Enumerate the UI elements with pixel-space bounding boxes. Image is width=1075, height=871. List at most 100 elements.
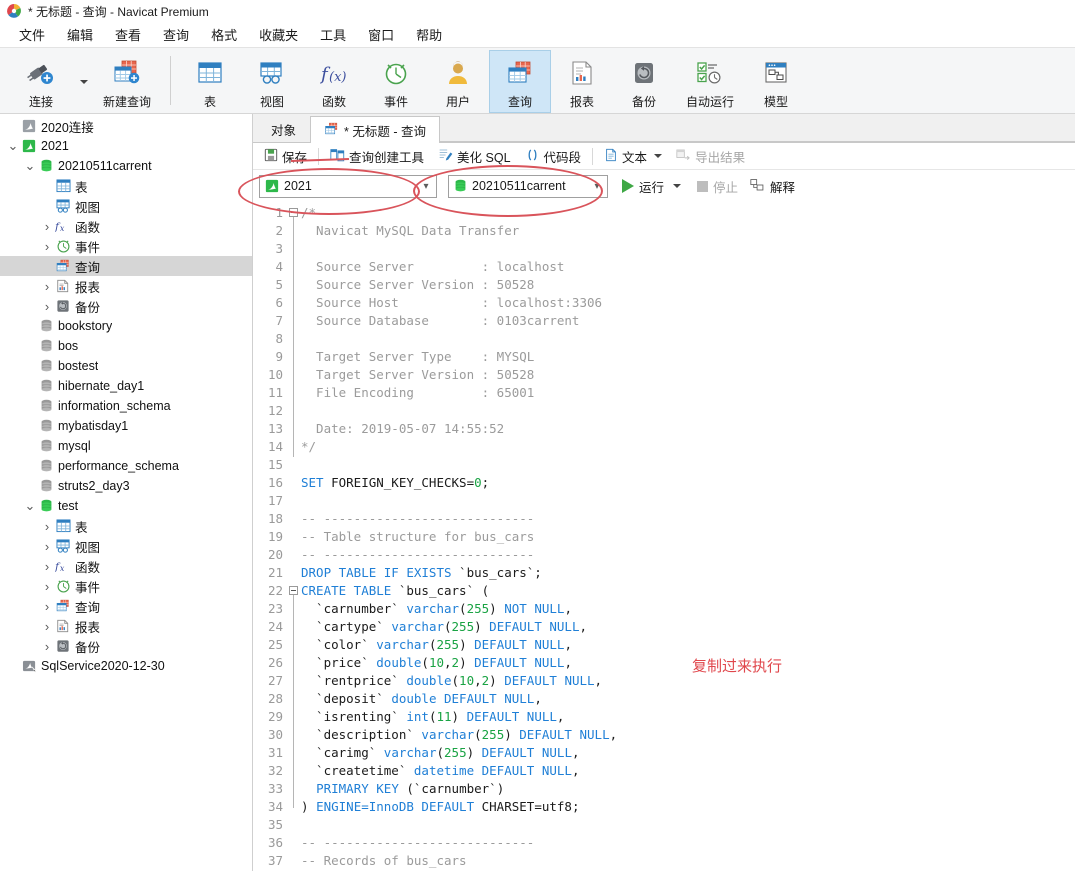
code-line[interactable]: Target Server Version : 50528 [301,366,1075,384]
menu-item-query[interactable]: 查询 [152,22,200,47]
tree-node-函数[interactable]: › f x 函数 [0,556,252,576]
beautify-sql-button[interactable]: 美化 SQL [431,145,518,168]
tree-node-视图[interactable]: › 视图 [0,536,252,556]
tree-node-表[interactable]: › 表 [0,516,252,536]
tree-node-2020连接[interactable]: 2020连接 [0,116,252,136]
menu-item-view[interactable]: 查看 [104,22,152,47]
tree-node-报表[interactable]: › 报表 [0,276,252,296]
chevron-down-icon[interactable] [654,154,663,158]
tree-node-查询[interactable]: › 查询 [0,596,252,616]
tree-node-查询[interactable]: 查询 [0,256,252,276]
code-line[interactable]: ) ENGINE=InnoDB DEFAULT CHARSET=utf8; [301,798,1075,816]
tab-objects[interactable]: 对象 [257,115,311,142]
code-line[interactable]: -- ---------------------------- [301,834,1075,852]
menu-item-window[interactable]: 窗口 [357,22,405,47]
code-line[interactable]: PRIMARY KEY (`carnumber`) [301,780,1075,798]
chevron-right-icon[interactable]: › [40,579,54,594]
chevron-down-icon[interactable]: ▾ [416,176,436,197]
chevron-right-icon[interactable]: › [40,519,54,534]
menu-item-file[interactable]: 文件 [8,22,56,47]
code-line[interactable]: -- ---------------------------- [301,510,1075,528]
tree-node-bostest[interactable]: bostest [0,356,252,376]
connection-select[interactable]: 2021 ▾ [259,174,437,198]
chevron-right-icon[interactable]: › [40,299,54,314]
code-line[interactable]: `price` double(10,2) DEFAULT NULL, [301,654,1075,672]
code-line[interactable]: `color` varchar(255) DEFAULT NULL, [301,636,1075,654]
menu-item-edit[interactable]: 编辑 [56,22,104,47]
tree-node-报表[interactable]: › 报表 [0,616,252,636]
code-line[interactable]: Source Server : localhost [301,258,1075,276]
code-fold-column[interactable] [287,202,301,871]
code-line[interactable]: File Encoding : 65001 [301,384,1075,402]
tree-node-事件[interactable]: › 事件 [0,236,252,256]
tree-node-test[interactable]: ⌄ test [0,496,252,516]
toolbar-view-button[interactable]: 视图 [241,50,303,113]
code-line[interactable]: CREATE TABLE `bus_cars` ( [301,582,1075,600]
code-line[interactable]: `description` varchar(255) DEFAULT NULL, [301,726,1075,744]
toolbar-query-button[interactable]: 查询 [489,50,551,113]
code-line[interactable]: -- Records of bus_cars [301,852,1075,870]
menu-item-help[interactable]: 帮助 [405,22,453,47]
export-result-button[interactable]: 导出结果 [669,145,752,168]
code-line[interactable]: `carimg` varchar(255) DEFAULT NULL, [301,744,1075,762]
sql-code-content[interactable]: /* Navicat MySQL Data Transfer Source Se… [301,202,1075,871]
tree-node-SqlService2020-12-30[interactable]: SqlService2020-12-30 [0,656,252,676]
tree-node-2021[interactable]: ⌄ 2021 [0,136,252,156]
code-line[interactable] [301,330,1075,348]
toolbar-event-button[interactable]: 事件 [365,50,427,113]
menu-item-tools[interactable]: 工具 [309,22,357,47]
toolbar-function-button[interactable]: f (x) 函数 [303,50,365,113]
code-line[interactable]: `createtime` datetime DEFAULT NULL, [301,762,1075,780]
toolbar-report-button[interactable]: 报表 [551,50,613,113]
code-line[interactable]: Date: 2019-05-07 14:55:52 [301,420,1075,438]
chevron-right-icon[interactable]: › [40,599,54,614]
toolbar-automation-button[interactable]: 自动运行 [675,50,745,113]
text-view-button[interactable]: 文本 [597,145,669,168]
code-line[interactable]: -- ---------------------------- [301,546,1075,564]
tree-node-bookstory[interactable]: bookstory [0,316,252,336]
toolbar-connection-button[interactable]: 连接 [6,50,76,113]
tree-node-20210511carrent[interactable]: ⌄ 20210511carrent [0,156,252,176]
code-line[interactable] [301,402,1075,420]
code-line[interactable]: SET FOREIGN_KEY_CHECKS=0; [301,474,1075,492]
tree-node-performance_schema[interactable]: performance_schema [0,456,252,476]
tree-node-mysql[interactable]: mysql [0,436,252,456]
run-dropdown-caret-icon[interactable] [673,184,682,188]
code-line[interactable]: Source Host : localhost:3306 [301,294,1075,312]
code-line[interactable]: DROP TABLE IF EXISTS `bus_cars`; [301,564,1075,582]
save-button[interactable]: 保存 [257,145,314,168]
toolbar-new-query-button[interactable]: 新建查询 [92,50,162,113]
code-line[interactable]: */ [301,438,1075,456]
chevron-down-icon[interactable]: ⌄ [23,159,37,172]
code-line[interactable]: `rentprice` double(10,2) DEFAULT NULL, [301,672,1075,690]
chevron-right-icon[interactable]: › [40,639,54,654]
database-select[interactable]: 20210511carrent ▾ [448,174,608,198]
code-line[interactable]: `carnumber` varchar(255) NOT NULL, [301,600,1075,618]
code-line[interactable] [301,816,1075,834]
code-line[interactable]: `cartype` varchar(255) DEFAULT NULL, [301,618,1075,636]
snippet-button[interactable]: 代码段 [518,145,589,168]
fold-marker-line22[interactable] [289,586,298,595]
code-line[interactable]: `isrenting` int(11) DEFAULT NULL, [301,708,1075,726]
explain-button[interactable]: 解释 [744,175,801,198]
connection-dropdown-caret-icon[interactable] [80,79,88,84]
chevron-right-icon[interactable]: › [40,539,54,554]
chevron-down-icon[interactable]: ⌄ [6,139,20,152]
object-tree-sidebar[interactable]: 2020连接 ⌄ 2021 ⌄ 20210511carrent 表视图 › f x 函数 › 事件 查询… [0,114,253,871]
menu-item-format[interactable]: 格式 [200,22,248,47]
fold-marker-line1[interactable] [289,208,298,217]
code-line[interactable]: /* [301,204,1075,222]
menu-item-favorites[interactable]: 收藏夹 [248,22,309,47]
chevron-down-icon[interactable]: ⌄ [23,499,37,512]
code-line[interactable]: Source Server Version : 50528 [301,276,1075,294]
tree-node-hibernate_day1[interactable]: hibernate_day1 [0,376,252,396]
toolbar-table-button[interactable]: 表 [179,50,241,113]
tree-node-备份[interactable]: › 备份 [0,636,252,656]
tree-node-information_schema[interactable]: information_schema [0,396,252,416]
chevron-right-icon[interactable]: › [40,239,54,254]
chevron-right-icon[interactable]: › [40,559,54,574]
tree-node-struts2_day3[interactable]: struts2_day3 [0,476,252,496]
chevron-right-icon[interactable]: › [40,619,54,634]
stop-button[interactable]: 停止 [691,175,744,198]
toolbar-model-button[interactable]: 模型 [745,50,807,113]
